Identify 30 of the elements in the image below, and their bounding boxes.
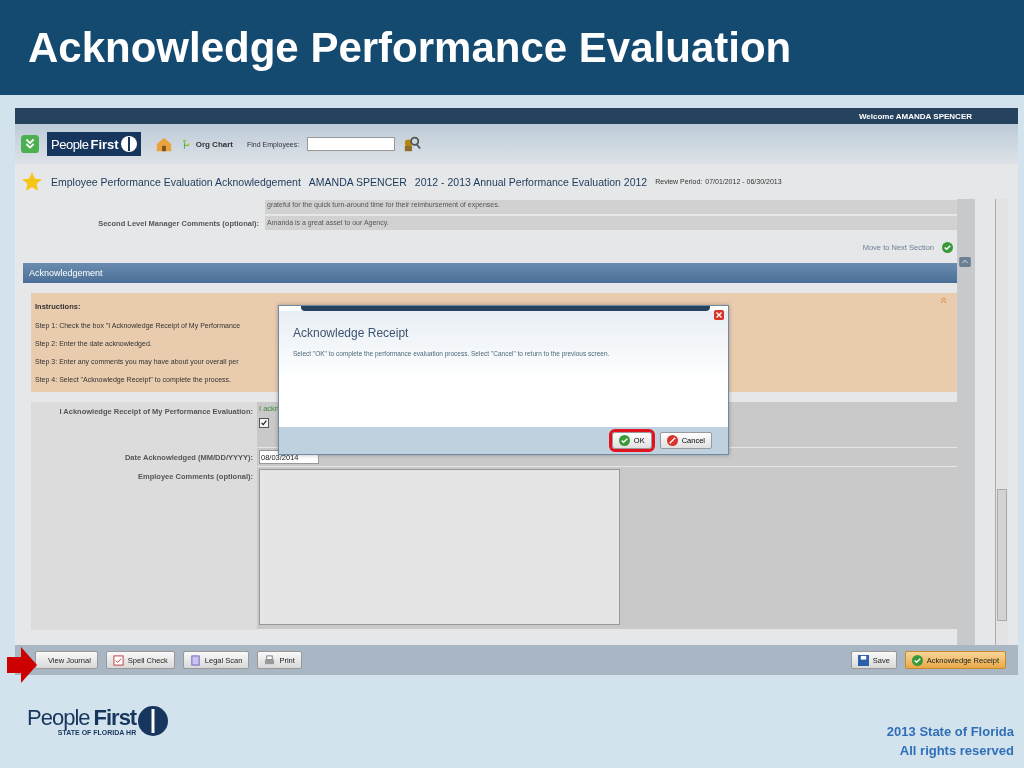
acknowledge-checkbox[interactable] — [259, 418, 269, 428]
evaluation-title: 2012 - 2013 Annual Performance Evaluation 2012 — [414, 175, 648, 188]
check-icon — [911, 654, 923, 666]
home-icon[interactable] — [154, 135, 173, 153]
copyright-text: All rights reserved — [899, 742, 1014, 760]
logo[interactable]: PeopleFirst — [47, 132, 141, 156]
scrollbar[interactable] — [995, 199, 1008, 645]
cancel-icon — [666, 435, 678, 446]
check-icon[interactable] — [942, 241, 953, 253]
page-title: Employee Performance Evaluation Acknowledgement — [51, 175, 301, 188]
star-icon — [21, 170, 43, 193]
printer-icon — [264, 654, 276, 666]
check-icon — [618, 435, 630, 446]
document-icon — [189, 654, 201, 666]
comments-field[interactable] — [259, 469, 620, 625]
welcome-text: Welcome AMANDA SPENCER — [858, 111, 972, 121]
close-icon[interactable] — [714, 310, 724, 320]
spell-check-icon — [112, 654, 124, 666]
employee-name: AMANDA SPENCER — [308, 175, 407, 188]
collapse-icon[interactable] — [940, 297, 947, 304]
org-chart-icon — [180, 138, 192, 150]
dialog-title: Acknowledge Receipt — [293, 326, 410, 340]
slide-title: Acknowledge Performance Evaluation — [28, 23, 792, 72]
find-employees-field[interactable] — [307, 137, 396, 151]
org-chart-button[interactable]: Org Chart — [180, 138, 233, 150]
copyright-text: 2013 State of Florida — [886, 723, 1014, 741]
people-search-icon[interactable] — [403, 135, 422, 153]
section-title: Acknowledgement — [29, 268, 103, 278]
expand-icon[interactable] — [959, 257, 971, 267]
arrow-icon — [7, 647, 37, 683]
